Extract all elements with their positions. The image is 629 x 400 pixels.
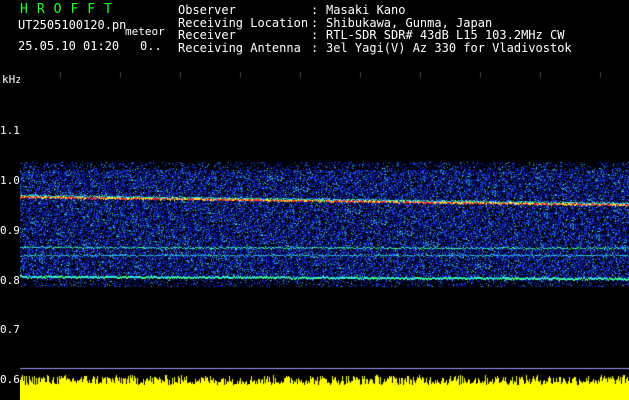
y-tick-label: 0.6 bbox=[0, 373, 20, 386]
antenna-value: 3el Yagi(V) Az 330 for Vladivostok bbox=[326, 40, 572, 55]
receiver-value: RTL-SDR SDR# 43dB L15 103.2MHz CW bbox=[326, 28, 565, 42]
spectrogram-panel bbox=[20, 72, 629, 400]
app-brand: HROFFT bbox=[20, 2, 121, 17]
y-tick-label: 0.7 bbox=[0, 323, 20, 336]
y-tick-label: 1.1 bbox=[0, 124, 20, 137]
field-colons: :::: bbox=[311, 3, 319, 55]
trailing-text: 0.. bbox=[140, 39, 162, 53]
spectrogram-canvas bbox=[20, 72, 629, 400]
observer-value: Masaki Kano bbox=[326, 3, 406, 17]
y-axis-unit: kHz bbox=[2, 73, 22, 86]
observer-label: Observer bbox=[178, 3, 236, 17]
y-tick-label: 1.0 bbox=[0, 174, 20, 187]
y-tick-label: 0.9 bbox=[0, 224, 20, 237]
timestamp: 25.05.10 01:20 bbox=[18, 39, 120, 53]
mode-label: meteor bbox=[125, 25, 165, 38]
field-values: Masaki Kano Shibukawa, Gunma, Japan RTL-… bbox=[326, 4, 572, 54]
antenna-label: Receiving Antenna bbox=[178, 40, 301, 55]
y-tick-label: 0.8 bbox=[0, 274, 20, 287]
receiver-label: Receiver bbox=[178, 28, 236, 42]
field-labels: Observer Receiving Location Receiver Rec… bbox=[178, 4, 308, 54]
file-name: UT2505100120.pn bbox=[18, 18, 127, 32]
